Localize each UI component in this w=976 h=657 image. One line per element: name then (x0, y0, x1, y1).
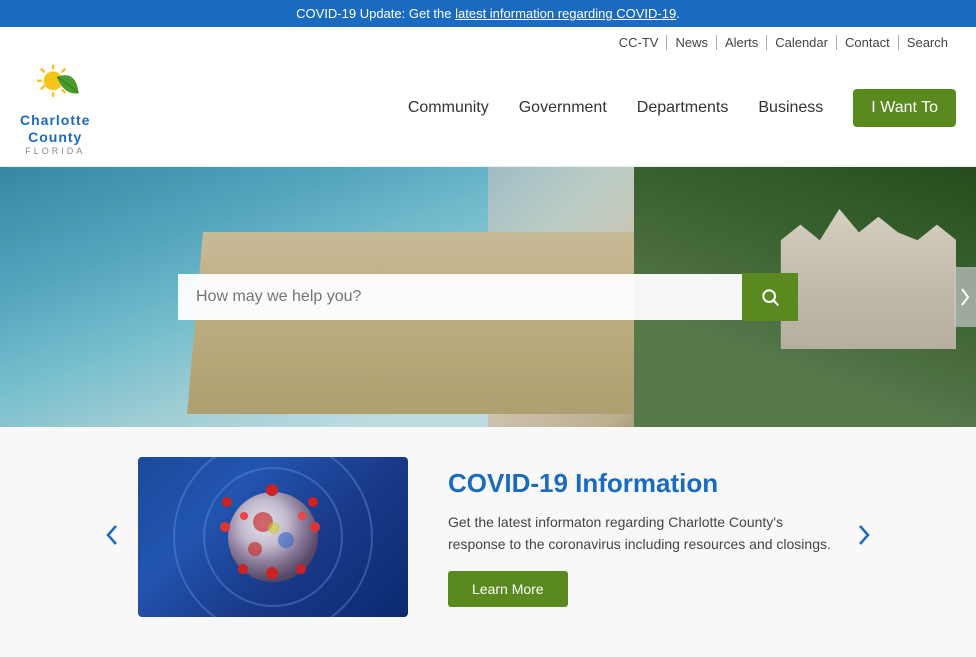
covid-info: COVID-19 Information Get the latest info… (448, 468, 838, 608)
learn-more-button[interactable]: Learn More (448, 571, 568, 607)
covid-card-title: COVID-19 Information (448, 468, 838, 499)
search-icon (760, 287, 780, 307)
covid-card-description: Get the latest informaton regarding Char… (448, 511, 838, 556)
nav-community[interactable]: Community (408, 99, 489, 117)
content-carousel: COVID-19 Information Get the latest info… (0, 457, 976, 617)
utility-nav-calendar[interactable]: Calendar (767, 35, 837, 50)
i-want-to-button[interactable]: I Want To (853, 89, 956, 127)
chevron-left-icon (106, 524, 118, 546)
covid-banner-link[interactable]: latest information regarding COVID-19 (455, 6, 676, 21)
chevron-right-icon (858, 524, 870, 546)
hero-search-input[interactable] (178, 274, 742, 320)
logo-county: County (20, 129, 90, 146)
hero-section (0, 167, 976, 427)
utility-nav-cctv[interactable]: CC-TV (611, 35, 668, 50)
nav-departments[interactable]: Departments (637, 99, 729, 117)
nav-business[interactable]: Business (758, 99, 823, 117)
hero-search-button[interactable] (742, 273, 798, 321)
covid-image (138, 457, 408, 617)
logo-charlotte: Charlotte (20, 112, 90, 129)
utility-nav-alerts[interactable]: Alerts (717, 35, 767, 50)
hero-carousel-arrow-right[interactable] (954, 267, 976, 327)
logo-florida: FLORIDA (20, 146, 90, 157)
carousel-prev-button[interactable] (86, 521, 138, 553)
logo-text: Charlotte County FLORIDA (20, 112, 90, 156)
main-navigation: Community Government Departments Busines… (150, 89, 956, 127)
covid-banner: COVID-19 Update: Get the latest informat… (0, 0, 976, 27)
utility-nav-search[interactable]: Search (899, 35, 956, 50)
hero-search-container (178, 273, 798, 321)
virus-illustration (228, 492, 318, 582)
nav-government[interactable]: Government (519, 99, 607, 117)
utility-nav: CC-TV News Alerts Calendar Contact Searc… (0, 27, 976, 54)
covid-card: COVID-19 Information Get the latest info… (138, 457, 838, 617)
logo-svg (26, 60, 84, 112)
covid-banner-text: COVID-19 Update: Get the (296, 6, 455, 21)
site-logo[interactable]: Charlotte County FLORIDA (20, 60, 90, 156)
utility-nav-contact[interactable]: Contact (837, 35, 899, 50)
utility-nav-news[interactable]: News (667, 35, 717, 50)
carousel-next-button[interactable] (838, 521, 890, 553)
chevron-right-icon (960, 287, 970, 307)
main-header: Charlotte County FLORIDA Community Gover… (0, 54, 976, 167)
content-section: COVID-19 Information Get the latest info… (0, 427, 976, 657)
